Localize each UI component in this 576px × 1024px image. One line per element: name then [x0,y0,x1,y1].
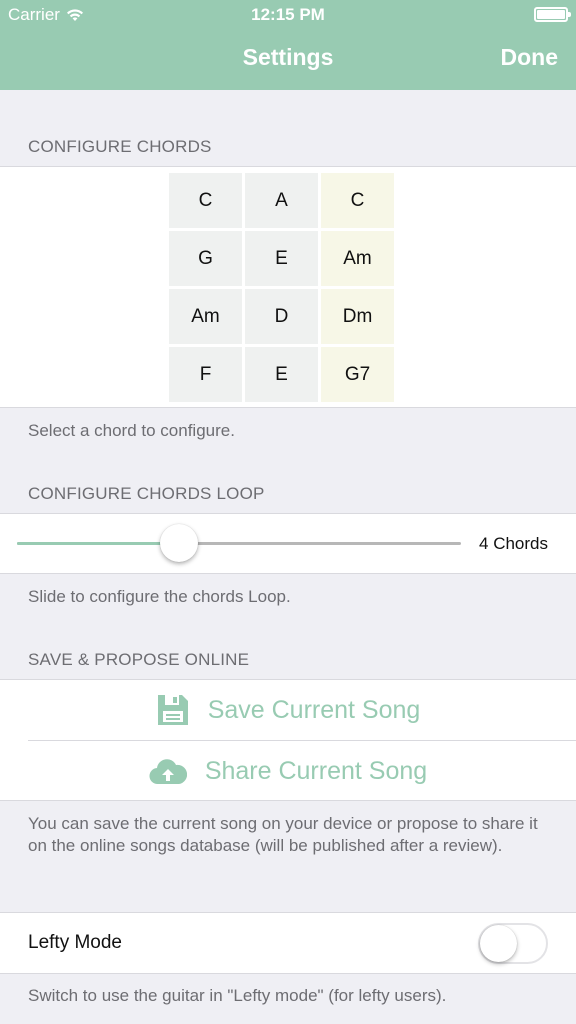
chord-cell[interactable]: A [245,173,318,228]
chord-cell[interactable]: Dm [321,289,394,344]
chord-cell[interactable]: F [169,347,242,402]
share-song-label: Share Current Song [204,756,428,785]
save-song-label: Save Current Song [207,695,421,724]
save-song-button[interactable]: Save Current Song [0,680,576,740]
navigation-bar: Carrier 12:15 PM Settings Done [0,0,576,90]
lefty-mode-footer: Switch to use the guitar in "Lefty mode"… [28,986,447,1005]
slider-fill [17,542,180,545]
done-button[interactable]: Done [501,44,559,71]
slider-thumb[interactable] [160,524,199,562]
chord-grid-cell: C A C G E Am Am D Dm F E G7 [0,166,576,408]
chord-cell[interactable]: G [169,231,242,286]
battery-icon [534,7,571,22]
chord-cell[interactable]: E [245,347,318,402]
lefty-mode-label: Lefty Mode [28,932,122,953]
chords-loop-cell: 4 Chords [0,513,576,574]
lefty-mode-cell: Lefty Mode [0,912,576,974]
chord-cell[interactable]: E [245,231,318,286]
chords-loop-footer: Slide to configure the chords Loop. [28,587,291,606]
chords-loop-value: 4 Chords [479,534,548,553]
save-propose-footer: You can save the current song on your de… [28,814,538,855]
page-title: Settings [242,44,334,70]
chord-cell[interactable]: G7 [321,347,394,402]
configure-chords-header: CONFIGURE CHORDS [28,137,212,156]
save-propose-header: SAVE & PROPOSE ONLINE [28,650,250,669]
toggle-knob [480,925,517,962]
chord-cell[interactable]: D [245,289,318,344]
chords-loop-header: CONFIGURE CHORDS LOOP [28,484,265,503]
share-song-button[interactable]: Share Current Song [0,741,576,801]
chords-loop-slider[interactable] [17,542,461,545]
floppy-disk-icon [157,695,188,725]
chord-grid: C A C G E Am Am D Dm F E G7 [169,173,394,402]
status-bar: Carrier 12:15 PM [0,0,576,30]
save-propose-cell: Save Current Song Share Current Song [0,679,576,801]
cloud-upload-icon [149,759,187,785]
status-time: 12:15 PM [251,5,325,24]
chord-cell[interactable]: C [169,173,242,228]
configure-chords-footer: Select a chord to configure. [28,421,235,440]
chord-cell[interactable]: Am [321,231,394,286]
chord-cell[interactable]: C [321,173,394,228]
lefty-mode-toggle[interactable] [478,923,548,964]
chord-cell[interactable]: Am [169,289,242,344]
